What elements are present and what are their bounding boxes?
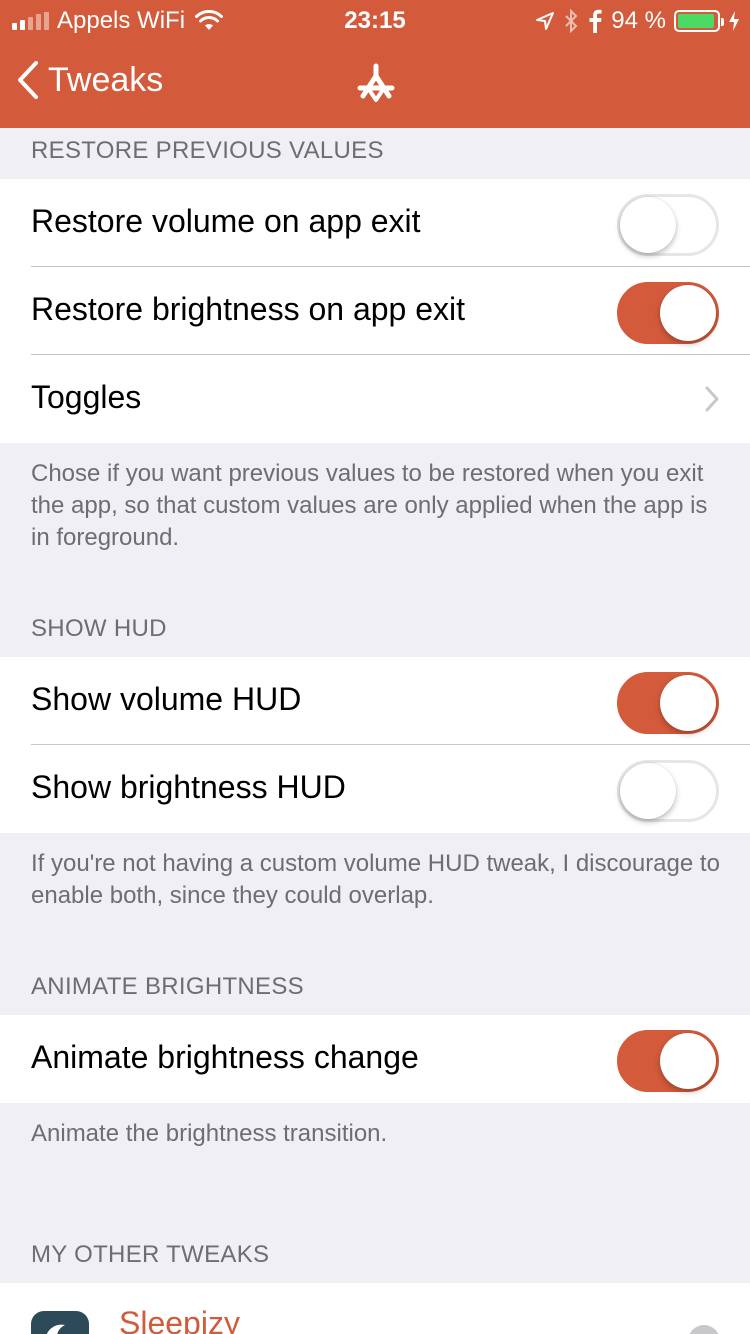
back-button[interactable]: Tweaks bbox=[16, 60, 163, 100]
animate-brightness-label: Animate brightness change bbox=[31, 1039, 419, 1075]
section-header-animate: ANIMATE BRIGHTNESS bbox=[31, 973, 304, 1000]
restore-group: Restore volume on app exit Restore brigh… bbox=[0, 179, 750, 443]
sleepizy-app-icon bbox=[31, 1311, 89, 1334]
show-brightness-hud-toggle[interactable] bbox=[617, 760, 719, 822]
location-icon bbox=[536, 12, 555, 30]
show-volume-hud-toggle[interactable] bbox=[617, 672, 719, 734]
moon-icon bbox=[46, 1324, 65, 1334]
battery-icon bbox=[674, 10, 724, 32]
app-action-icon[interactable] bbox=[688, 1325, 720, 1334]
restore-volume-toggle[interactable] bbox=[617, 194, 719, 256]
charging-bolt-icon bbox=[729, 11, 739, 31]
show-brightness-hud-row: Show brightness HUD bbox=[0, 745, 750, 833]
restore-volume-row: Restore volume on app exit bbox=[0, 179, 750, 267]
hud-footer: If you're not having a custom volume HUD… bbox=[31, 850, 720, 909]
top-bar: Appels WiFi 23:15 94 % Tweaks bbox=[0, 0, 750, 128]
section-header-other: MY OTHER TWEAKS bbox=[31, 1241, 270, 1268]
show-volume-hud-label: Show volume HUD bbox=[31, 681, 302, 717]
animate-brightness-row: Animate brightness change bbox=[0, 1015, 750, 1103]
app-name: Sleepizy bbox=[119, 1305, 240, 1334]
show-brightness-hud-label: Show brightness HUD bbox=[31, 769, 346, 805]
show-volume-hud-row: Show volume HUD bbox=[0, 657, 750, 745]
toggles-row[interactable]: Toggles bbox=[0, 355, 750, 443]
animate-footer: Animate the brightness transition. bbox=[31, 1120, 388, 1147]
animate-brightness-toggle[interactable] bbox=[617, 1030, 719, 1092]
section-header-restore: RESTORE PREVIOUS VALUES bbox=[31, 137, 384, 164]
restore-brightness-label: Restore brightness on app exit bbox=[31, 291, 466, 327]
animate-group: Animate brightness change bbox=[0, 1015, 750, 1103]
status-bar: Appels WiFi 23:15 94 % bbox=[0, 0, 750, 40]
restore-footer: Chose if you want previous values to be … bbox=[31, 460, 708, 551]
chevron-left-icon bbox=[18, 61, 38, 99]
section-header-hud: SHOW HUD bbox=[31, 615, 167, 642]
back-label: Tweaks bbox=[48, 60, 164, 99]
battery-percent: 94 % bbox=[611, 7, 666, 34]
restore-volume-label: Restore volume on app exit bbox=[31, 203, 421, 239]
restore-brightness-row: Restore brightness on app exit bbox=[0, 267, 750, 355]
chevron-right-icon bbox=[705, 386, 719, 412]
bluetooth-icon bbox=[565, 9, 578, 33]
app-row-sleepizy[interactable]: Sleepizy bbox=[0, 1283, 750, 1334]
app-logo-icon bbox=[357, 63, 395, 102]
other-tweaks-group: Sleepizy bbox=[0, 1283, 750, 1334]
restore-brightness-toggle[interactable] bbox=[617, 282, 719, 344]
hud-group: Show volume HUD Show brightness HUD bbox=[0, 657, 750, 833]
battery-fill bbox=[678, 14, 714, 28]
toggles-label: Toggles bbox=[31, 379, 142, 415]
navigation-bar: Tweaks bbox=[0, 40, 750, 128]
facebook-icon bbox=[589, 9, 602, 33]
